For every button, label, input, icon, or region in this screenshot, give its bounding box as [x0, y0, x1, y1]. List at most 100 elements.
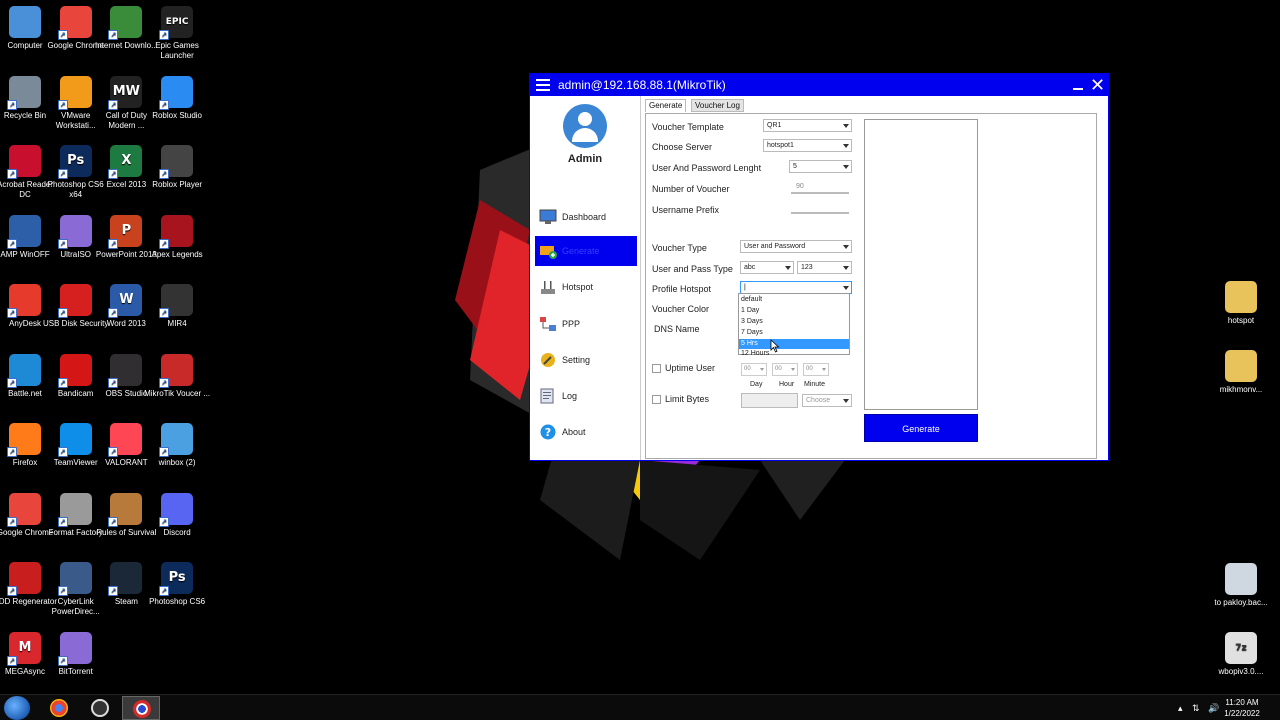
desktop-icon[interactable]: ↗ Roblox Studio: [144, 75, 210, 121]
desktop-icon-label: Word 2013: [106, 319, 146, 328]
uptime-minute-spinner[interactable]: 00: [803, 363, 829, 376]
bittorrent-icon: ↗: [57, 631, 92, 666]
desktop-icon-label: VALORANT: [105, 458, 148, 467]
chrome-icon: ↗: [57, 6, 92, 40]
desktop-icon[interactable]: EPIC ↗ Epic Games Launcher: [144, 6, 210, 61]
tab-generate[interactable]: Generate: [645, 99, 687, 112]
uptime-day-spinner[interactable]: 00: [741, 363, 767, 376]
taskbar-obs[interactable]: [81, 696, 119, 720]
limit-bytes-unit-select[interactable]: Choose: [802, 394, 852, 407]
cod-icon: MW ↗: [108, 75, 143, 110]
desktop-icon-label: Firefox: [12, 458, 38, 467]
volume-icon[interactable]: 🔊: [1208, 703, 1219, 714]
sidebar-item-about[interactable]: ? About: [535, 417, 637, 447]
choose-server-label: Choose Server: [652, 142, 713, 152]
desktop-icon[interactable]: ↗ winbox (2): [144, 423, 210, 468]
desktop-icon[interactable]: ↗ Roblox Player: [144, 145, 210, 190]
limit-bytes-checkbox[interactable]: [652, 395, 661, 404]
sidebar-item-dashboard[interactable]: Dashboard: [535, 202, 637, 232]
sidebar-item-hotspot[interactable]: Hotspot: [535, 272, 637, 302]
desktop-icon[interactable]: Ps ↗ Photoshop CS6: [144, 562, 210, 607]
number-of-voucher-underline: [791, 192, 849, 194]
dropdown-option[interactable]: 3 Days: [739, 317, 849, 327]
username-prefix-input[interactable]: [791, 212, 849, 214]
dropdown-option[interactable]: 1 Day: [739, 306, 849, 316]
tab-voucher-log[interactable]: Voucher Log: [691, 99, 744, 112]
limit-bytes-label: Limit Bytes: [665, 394, 710, 404]
desktop-icon-label: Recycle Bin: [3, 110, 47, 120]
start-button[interactable]: [4, 696, 30, 720]
idm-icon: ↗: [108, 6, 143, 40]
desktop-icon[interactable]: 7z wbopiv3.0....: [1208, 632, 1274, 677]
desktop-icon-label: MEGAsync: [4, 666, 45, 676]
desktop-icon[interactable]: to pakloy.bac...: [1208, 563, 1274, 608]
dropdown-option[interactable]: 7 Days: [739, 328, 849, 338]
desktop-icon-label: Call of Duty Modern ...: [105, 110, 148, 130]
mikrotik-voucher-window: admin@192.168.88.1(MikroTik) ✕ Admin Das…: [529, 73, 1109, 461]
desktop-icon[interactable]: mikhmonv...: [1208, 350, 1274, 395]
voucher-type-select[interactable]: User and Password: [740, 240, 852, 253]
taskbar: ▴ ⇅ 🔊 11:20 AM 1/22/2022: [0, 694, 1280, 720]
folder-icon: [1225, 281, 1257, 313]
voucher-template-select[interactable]: QR1: [763, 119, 852, 132]
sidebar-item-generate[interactable]: Generate: [535, 236, 637, 266]
bandicam-icon: ↗: [57, 353, 92, 388]
uptime-user-label: Uptime User: [665, 363, 716, 373]
sidebar-item-setting[interactable]: Setting: [535, 345, 637, 375]
teamviewer-icon: ↗: [57, 423, 92, 457]
desktop-icon[interactable]: ↗ BitTorrent: [43, 631, 109, 677]
format-factory-icon: ↗: [57, 492, 92, 527]
uptime-hour-spinner[interactable]: 00: [772, 363, 798, 376]
obs-icon: ↗: [108, 353, 143, 388]
taskbar-clock[interactable]: 11:20 AM 1/22/2022: [1220, 697, 1264, 719]
profile-hotspot-label: Profile Hotspot: [652, 284, 712, 294]
generate-button[interactable]: Generate: [864, 414, 978, 442]
user-type-select[interactable]: abc: [740, 261, 794, 274]
pass-type-select[interactable]: 123: [797, 261, 852, 274]
ros-icon: ↗: [108, 492, 143, 527]
uptime-user-checkbox[interactable]: [652, 364, 661, 373]
desktop-icon-label: Roblox Studio: [152, 110, 202, 120]
voucher-preview-box: [864, 119, 978, 410]
dropdown-option[interactable]: 12 Hours: [739, 349, 849, 359]
taskbar-mikrotik-voucher[interactable]: [122, 696, 160, 720]
log-icon: [540, 388, 554, 404]
desktop-icon[interactable]: ↗ Discord: [144, 492, 210, 538]
user-pass-length-select[interactable]: 5: [789, 160, 852, 173]
network-tray-icon[interactable]: ⇅: [1192, 703, 1200, 714]
day-label: Day: [750, 381, 763, 388]
close-icon[interactable]: ✕: [1090, 74, 1105, 96]
window-titlebar[interactable]: admin@192.168.88.1(MikroTik) ✕: [530, 74, 1108, 96]
voucher-color-label: Voucher Color: [652, 304, 710, 314]
desktop-icon[interactable]: hotspot: [1208, 281, 1274, 326]
desktop-icon[interactable]: ↗ MIR4: [144, 284, 210, 329]
taskbar-chrome[interactable]: [40, 696, 78, 720]
desktop-icon[interactable]: ↗ Apex Legends: [144, 214, 210, 260]
powerpoint-icon: P ↗: [108, 214, 143, 249]
desktop-icon[interactable]: ↗ MikroTik Voucer ...: [144, 353, 210, 399]
avatar: [563, 104, 607, 148]
username-prefix-label: Username Prefix: [652, 205, 720, 215]
sidebar-item-ppp[interactable]: PPP: [535, 309, 637, 339]
file-icon: [1225, 563, 1257, 595]
number-of-voucher-input[interactable]: 90: [796, 183, 804, 190]
user-pass-length-label: User And Password Lenght: [652, 163, 762, 173]
chevron-down-icon: [843, 266, 849, 270]
dropdown-option-highlighted[interactable]: 5 Hrs: [739, 339, 849, 349]
archive-icon: 7z: [1225, 632, 1257, 664]
desktop-icon-label: BitTorrent: [58, 666, 93, 676]
chrome-icon: [50, 699, 68, 717]
clock-date: 1/22/2022: [1224, 709, 1260, 718]
desktop-icon-label: Battle.net: [8, 388, 42, 398]
minimize-icon[interactable]: [1073, 88, 1083, 90]
dropdown-option[interactable]: default: [739, 295, 849, 305]
desktop-icon-label: UltraISO: [60, 249, 92, 259]
hamburger-menu-icon[interactable]: [536, 79, 550, 91]
tray-expand-icon[interactable]: ▴: [1178, 703, 1183, 714]
hour-label: Hour: [779, 381, 795, 388]
sidebar-item-log[interactable]: Log: [535, 381, 637, 411]
apex-icon: ↗: [159, 214, 194, 249]
server-select[interactable]: hotspot1: [763, 139, 852, 152]
limit-bytes-input[interactable]: [741, 393, 798, 408]
router-icon: [541, 281, 555, 294]
